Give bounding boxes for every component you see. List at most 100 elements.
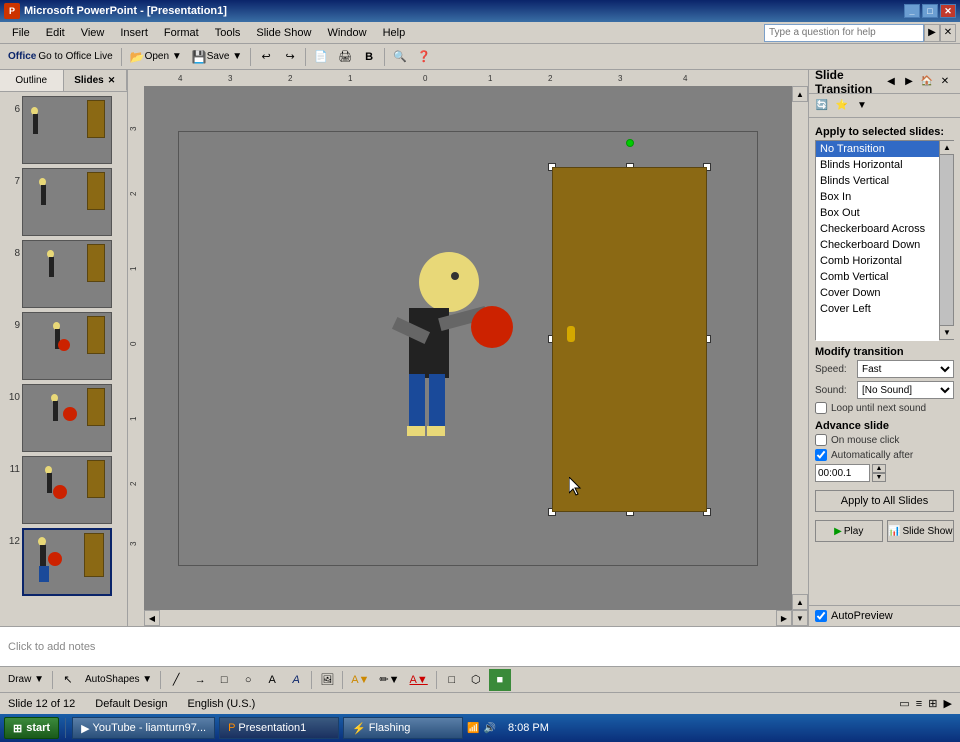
textbox-button[interactable]: A xyxy=(261,669,283,691)
slides-tab-close[interactable]: ✕ xyxy=(108,75,116,86)
slide-sorter-icon[interactable]: ⊞ xyxy=(928,698,937,710)
panel-refresh-button[interactable]: 🔄 xyxy=(813,97,831,115)
menu-help[interactable]: Help xyxy=(375,25,414,41)
transition-comb-v[interactable]: Comb Vertical xyxy=(816,269,939,285)
scroll-track-v[interactable] xyxy=(792,102,808,594)
font-color-button[interactable]: A▼ xyxy=(406,669,432,691)
time-spin-down[interactable]: ▼ xyxy=(872,473,886,482)
save-button[interactable]: 💾 Save ▼ xyxy=(188,46,246,68)
transition-blinds-h[interactable]: Blinds Horizontal xyxy=(816,157,939,173)
normal-view-icon[interactable]: ▭ xyxy=(899,698,909,710)
slideshow-button[interactable]: 📊 Slide Show xyxy=(887,520,955,542)
menu-slideshow[interactable]: Slide Show xyxy=(248,25,319,41)
line-color-button[interactable]: ✏▼ xyxy=(375,669,403,691)
open-button[interactable]: 📂 Open ▼ xyxy=(126,46,186,68)
loop-checkbox[interactable] xyxy=(815,402,827,414)
panel-close-button[interactable]: ✕ xyxy=(936,73,954,91)
rotation-handle[interactable] xyxy=(626,139,634,147)
tlist-scroll-down[interactable]: ▼ xyxy=(940,325,954,339)
slide-content[interactable] xyxy=(178,131,758,566)
zoom-button[interactable]: 🔍 xyxy=(389,46,411,68)
panel-back-button[interactable]: ◀ xyxy=(882,73,900,91)
select-button[interactable]: ↖ xyxy=(57,669,79,691)
arrow-button[interactable]: → xyxy=(189,669,211,691)
scroll-down-arrow-2[interactable]: ▼ xyxy=(792,610,808,626)
scroll-track-h[interactable] xyxy=(160,610,776,626)
transition-blinds-v[interactable]: Blinds Vertical xyxy=(816,173,939,189)
fill-color-button[interactable]: A▼ xyxy=(347,669,373,691)
bold-button[interactable]: B xyxy=(358,46,380,68)
slide-thumb-10[interactable]: 10 xyxy=(4,384,123,452)
transition-list[interactable]: No Transition Blinds Horizontal Blinds V… xyxy=(816,141,939,341)
speed-select[interactable]: Fast Medium Slow xyxy=(857,360,954,378)
menu-tools[interactable]: Tools xyxy=(207,25,249,41)
wordart-button[interactable]: A xyxy=(285,669,307,691)
office-live-button[interactable]: Office Go to Office Live xyxy=(4,46,117,68)
menu-view[interactable]: View xyxy=(73,25,113,41)
autopreview-checkbox[interactable] xyxy=(815,610,827,622)
menu-insert[interactable]: Insert xyxy=(112,25,156,41)
transition-cover-down[interactable]: Cover Down xyxy=(816,285,939,301)
outline-view-icon[interactable]: ≡ xyxy=(916,698,922,710)
transition-cover-left[interactable]: Cover Left xyxy=(816,301,939,317)
transition-box-in[interactable]: Box In xyxy=(816,189,939,205)
time-input[interactable] xyxy=(815,464,870,482)
taskbar-flashing[interactable]: ⚡ Flashing xyxy=(343,717,463,739)
maximize-button[interactable]: □ xyxy=(922,4,938,18)
sound-select[interactable]: [No Sound] Applause Arrow xyxy=(857,381,954,399)
draw-button[interactable]: Draw ▼ xyxy=(4,669,48,691)
menu-window[interactable]: Window xyxy=(319,25,374,41)
slide-thumb-11[interactable]: 11 xyxy=(4,456,123,524)
help-search-input[interactable] xyxy=(764,24,924,42)
mouse-click-checkbox[interactable] xyxy=(815,434,827,446)
start-button[interactable]: ⊞ start xyxy=(4,717,59,739)
clipart-button[interactable]: 🖼 xyxy=(316,669,338,691)
redo-button[interactable]: ↪ xyxy=(279,46,301,68)
panel-menu-button[interactable]: ▼ xyxy=(853,97,871,115)
panel-home-button[interactable]: 🏠 xyxy=(918,73,936,91)
slide-thumb-9[interactable]: 9 xyxy=(4,312,123,380)
play-button[interactable]: ▶ Play xyxy=(815,520,883,542)
transition-no-transition[interactable]: No Transition xyxy=(816,141,939,157)
notes-area[interactable]: Click to add notes xyxy=(0,626,960,666)
green-box-button[interactable]: ■ xyxy=(489,669,511,691)
apply-all-button[interactable]: Apply to All Slides xyxy=(815,490,954,512)
scroll-right-button[interactable]: ▶ xyxy=(776,610,792,626)
print-button[interactable]: 🖨 xyxy=(334,46,356,68)
panel-star-button[interactable]: ⭐ xyxy=(833,97,851,115)
menu-format[interactable]: Format xyxy=(156,25,207,41)
tlist-scroll-track[interactable] xyxy=(940,155,953,325)
transition-checker-across[interactable]: Checkerboard Across xyxy=(816,221,939,237)
door-selection-group[interactable] xyxy=(552,167,707,512)
time-spin-up[interactable]: ▲ xyxy=(872,464,886,473)
shadow-button[interactable]: □ xyxy=(441,669,463,691)
menu-edit[interactable]: Edit xyxy=(38,25,73,41)
slide-thumb-7[interactable]: 7 xyxy=(4,168,123,236)
undo-button[interactable]: ↩ xyxy=(255,46,277,68)
3d-button[interactable]: ⬡ xyxy=(465,669,487,691)
help-button[interactable]: ❓ xyxy=(413,46,435,68)
taskbar-youtube[interactable]: ▶ YouTube - liamturn97... xyxy=(72,717,215,739)
slideshow-view-icon[interactable]: ▶ xyxy=(944,698,952,710)
scroll-up-button[interactable]: ▲ xyxy=(792,86,808,102)
taskbar-presentation[interactable]: P Presentation1 xyxy=(219,717,339,739)
close-button[interactable]: ✕ xyxy=(940,4,956,18)
rect-button[interactable]: □ xyxy=(213,669,235,691)
tab-slides[interactable]: Slides ✕ xyxy=(64,70,128,91)
oval-button[interactable]: ○ xyxy=(237,669,259,691)
help-close-button[interactable]: ✕ xyxy=(940,24,956,42)
new-button[interactable]: 📄 xyxy=(310,46,332,68)
tab-outline[interactable]: Outline xyxy=(0,70,64,91)
minimize-button[interactable]: _ xyxy=(904,4,920,18)
slide-thumb-6[interactable]: 6 xyxy=(4,96,123,164)
menu-file[interactable]: File xyxy=(4,25,38,41)
tlist-scroll-up[interactable]: ▲ xyxy=(940,141,954,155)
line-button[interactable]: ╱ xyxy=(165,669,187,691)
scroll-left-button[interactable]: ◀ xyxy=(144,610,160,626)
auto-after-checkbox[interactable] xyxy=(815,449,827,461)
slide-thumb-12[interactable]: 12 xyxy=(4,528,123,596)
transition-box-out[interactable]: Box Out xyxy=(816,205,939,221)
panel-forward-button[interactable]: ▶ xyxy=(900,73,918,91)
slide-thumb-8[interactable]: 8 xyxy=(4,240,123,308)
transition-comb-h[interactable]: Comb Horizontal xyxy=(816,253,939,269)
